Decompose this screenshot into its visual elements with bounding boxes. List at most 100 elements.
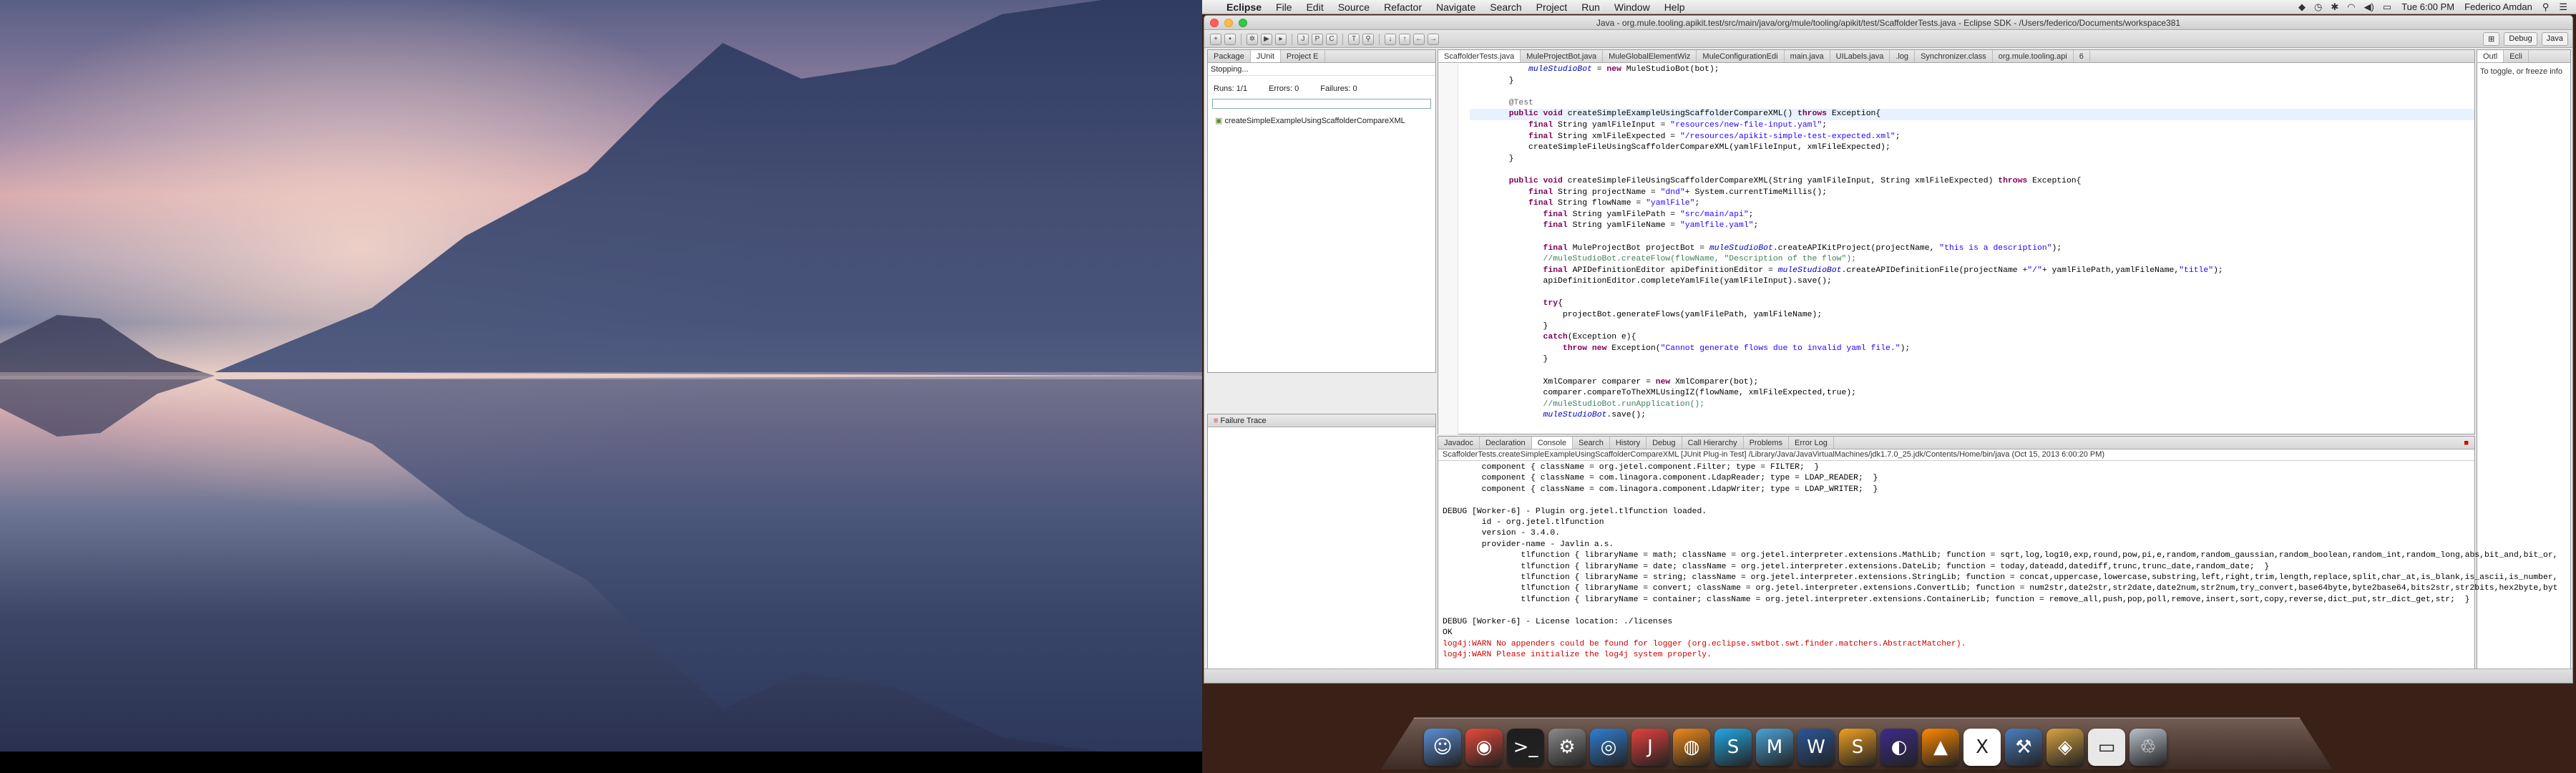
new-package-icon[interactable]: P <box>1312 33 1323 45</box>
menubar-user[interactable]: Federico Amdan <box>2464 1 2532 12</box>
menu-navigate[interactable]: Navigate <box>1429 0 1483 14</box>
tab-eclipse-help[interactable]: Ecli <box>2504 50 2529 62</box>
new-icon[interactable]: + <box>1210 33 1221 45</box>
volume-icon[interactable]: ◀) <box>2364 1 2374 13</box>
menubar-status-area: ◆ ◷ ✱ ◠ ◀) ▭ Tue 6:00 PM Federico Amdan … <box>2298 1 2576 13</box>
zoom-window-icon[interactable] <box>1239 19 1247 27</box>
test-tree-item[interactable]: ▣ createSimpleExampleUsingScaffolderComp… <box>1215 116 1428 125</box>
tab-outline[interactable]: Outl <box>2477 50 2504 62</box>
editor-tab[interactable]: .log <box>1890 50 1916 62</box>
bluetooth-icon[interactable]: ✱ <box>2331 1 2338 13</box>
tab-package-explorer[interactable]: Package <box>1208 50 1251 62</box>
editor-tab[interactable]: MuleGlobalElementWiz <box>1603 50 1697 62</box>
bottom-view-tabs: Javadoc Declaration Console Search Histo… <box>1438 437 2474 449</box>
editor-tab[interactable]: MuleConfigurationEdi <box>1697 50 1785 62</box>
menu-window[interactable]: Window <box>1607 0 1657 14</box>
chrome-icon[interactable]: ◉ <box>1465 729 1503 766</box>
editor-tabs: ScaffolderTests.java MuleProjectBot.java… <box>1438 50 2474 63</box>
editor-tab[interactable]: Synchronizer.class <box>1915 50 1993 62</box>
trash-icon[interactable]: ♲ <box>2129 729 2167 766</box>
console-line: tlfunction { libraryName = container; cl… <box>1443 595 2470 604</box>
external-tools-icon[interactable]: ▸ <box>1275 33 1287 45</box>
editor-tab[interactable]: MuleProjectBot.java <box>1521 50 1604 62</box>
vlc-icon[interactable]: ▲ <box>1922 729 1959 766</box>
forward-icon[interactable]: → <box>1428 33 1439 45</box>
sublime-text-icon[interactable]: S <box>1839 729 1876 766</box>
menu-search[interactable]: Search <box>1483 0 1528 14</box>
preview-icon[interactable]: ◈ <box>2046 729 2084 766</box>
tab-debug[interactable]: Debug <box>1646 437 1682 449</box>
intellij-icon[interactable]: J <box>1631 729 1669 766</box>
editor-tab[interactable]: main.java <box>1785 50 1830 62</box>
tab-project-explorer[interactable]: Project E <box>1281 50 1325 62</box>
editor-tab[interactable]: UILabels.java <box>1830 50 1890 62</box>
editor-tab[interactable]: ScaffolderTests.java <box>1438 50 1521 62</box>
perspective-java[interactable]: Java <box>2541 32 2568 46</box>
back-icon[interactable]: ← <box>1413 33 1425 45</box>
console-output[interactable]: component { className = org.jetel.compon… <box>1438 461 2558 662</box>
next-annotation-icon[interactable]: ↓ <box>1385 33 1396 45</box>
code-line: } <box>1470 76 1514 85</box>
code-area[interactable]: muleStudioBot = new MuleStudioBot(bot); … <box>1470 63 2474 422</box>
minimize-window-icon[interactable] <box>1224 19 1233 27</box>
editor-tab[interactable]: org.mule.tooling.api <box>1993 50 2074 62</box>
skype-icon[interactable]: S <box>1714 729 1752 766</box>
menu-source[interactable]: Source <box>1331 0 1377 14</box>
menu-file[interactable]: File <box>1269 0 1299 14</box>
dropbox-icon[interactable]: ◆ <box>2298 1 2306 13</box>
save-icon[interactable]: ▪ <box>1224 33 1236 45</box>
close-window-icon[interactable] <box>1210 19 1219 27</box>
app-menu[interactable]: Eclipse <box>1219 0 1269 14</box>
menubar-clock[interactable]: Tue 6:00 PM <box>2401 1 2454 12</box>
mac-menubar: Eclipse File Edit Source Refactor Naviga… <box>1202 0 2576 14</box>
outline-hint: To toggle, or freeze info <box>2480 67 2562 76</box>
debug-icon[interactable]: ✲ <box>1246 33 1258 45</box>
previous-annotation-icon[interactable]: ↑ <box>1399 33 1410 45</box>
junit-status-text: Stopping... <box>1208 63 1435 76</box>
tab-problems[interactable]: Problems <box>1744 437 1790 449</box>
new-java-project-icon[interactable]: J <box>1297 33 1309 45</box>
search-icon[interactable]: ⚲ <box>1362 33 1374 45</box>
tab-history[interactable]: History <box>1610 437 1647 449</box>
menu-run[interactable]: Run <box>1574 0 1607 14</box>
run-icon[interactable]: ▶ <box>1261 33 1272 45</box>
mule-studio-icon[interactable]: M <box>1756 729 1793 766</box>
safari-icon[interactable]: ◎ <box>1590 729 1627 766</box>
tab-call-hierarchy[interactable]: Call Hierarchy <box>1682 437 1744 449</box>
tab-junit[interactable]: JUnit <box>1250 50 1281 62</box>
spotlight-icon[interactable]: ⚲ <box>2542 1 2550 13</box>
code-line: XmlComparer comparer = new XmlComparer(b… <box>1470 377 1759 386</box>
notification-center-icon[interactable]: ☰ <box>2559 1 2567 13</box>
system-prefs-icon[interactable]: ⚙ <box>1548 729 1586 766</box>
terminate-icon[interactable]: ■ <box>2458 437 2474 449</box>
documents-icon[interactable]: ▭ <box>2088 729 2125 766</box>
wifi-icon[interactable]: ◠ <box>2347 1 2355 13</box>
new-class-icon[interactable]: C <box>1326 33 1337 45</box>
mountain-lake-landscape <box>0 0 1202 752</box>
tab-javadoc[interactable]: Javadoc <box>1438 437 1480 449</box>
open-type-icon[interactable]: T <box>1348 33 1360 45</box>
menu-refactor[interactable]: Refactor <box>1377 0 1429 14</box>
menu-edit[interactable]: Edit <box>1299 0 1331 14</box>
tab-declaration[interactable]: Declaration <box>1480 437 1532 449</box>
terminal-icon[interactable]: >_ <box>1507 729 1544 766</box>
x-app-icon[interactable]: X <box>1963 729 2001 766</box>
time-machine-icon[interactable]: ◷ <box>2314 1 2322 13</box>
tab-console[interactable]: Console <box>1531 437 1573 449</box>
xcode-icon[interactable]: ⚒ <box>2005 729 2042 766</box>
perspective-debug[interactable]: Debug <box>2504 32 2537 46</box>
eclipse-icon[interactable]: ◐ <box>1880 729 1918 766</box>
firefox-icon[interactable]: ◍ <box>1673 729 1710 766</box>
finder-icon[interactable]: ☺ <box>1424 729 1461 766</box>
open-perspective-icon[interactable]: ⊞ <box>2483 32 2500 46</box>
word-icon[interactable]: W <box>1797 729 1835 766</box>
menu-project[interactable]: Project <box>1529 0 1575 14</box>
tab-search[interactable]: Search <box>1573 437 1610 449</box>
console-line: component { className = com.linagora.com… <box>1443 474 1878 483</box>
tab-error-log[interactable]: Error Log <box>1789 437 1834 449</box>
editor-tab-overflow[interactable]: 6 <box>2074 50 2090 62</box>
menu-help[interactable]: Help <box>1657 0 1692 14</box>
battery-icon[interactable]: ▭ <box>2383 1 2391 13</box>
code-line: final String yamlFilePath = "src/main/ap… <box>1543 210 1754 219</box>
